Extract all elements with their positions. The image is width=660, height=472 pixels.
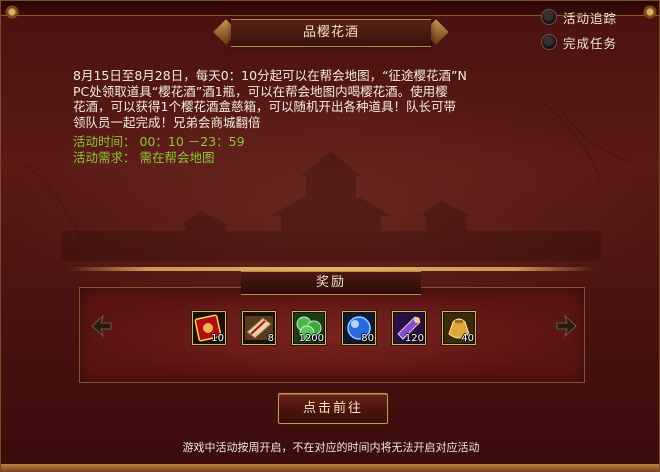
radio-icon[interactable]	[541, 9, 557, 25]
reward-title: 奖励	[315, 275, 346, 290]
item-count: 80	[361, 333, 374, 344]
description-line: 花酒，可以获得1个樱花酒盒慈箱，可以随机开出各种道具！队长可带	[73, 99, 456, 114]
description-line: 领队员一起完成！兄弟会商城翻倍	[73, 114, 261, 130]
reward-title-bar: 奖励	[241, 271, 421, 295]
footer-note: 游戏中活动按周开启，不在对应的时间内将无法开启对应活动	[182, 441, 480, 454]
radio-icon[interactable]	[541, 34, 557, 50]
activity-time: 活动时间： 00：10 －23：59	[73, 134, 245, 149]
item-count: 40	[461, 333, 474, 344]
reward-item-purple-scroll[interactable]: 120	[392, 311, 426, 345]
description-line: 8月15日至8月28日，每天0：10分起可以在帮会地图，“征途樱花酒”N	[73, 68, 467, 83]
activity-requirement: 活动需求： 需在帮会地图	[73, 150, 215, 165]
arrow-right-icon[interactable]	[553, 313, 579, 339]
reward-item-red-token[interactable]: 10	[192, 311, 226, 345]
activity-panel: 品樱花酒 活动追踪 完成任务 8月15日至8月28日，每天0：10分起可以在帮会…	[0, 0, 660, 472]
activity-description: 8月15日至8月28日，每天0：10分起可以在帮会地图，“征途樱花酒”N PC处…	[73, 68, 593, 130]
complete-task-option[interactable]: 完成任务	[541, 32, 617, 52]
complete-task-label: 完成任务	[563, 35, 618, 51]
go-button[interactable]: 点击前往	[278, 393, 388, 424]
item-count: 10	[211, 333, 224, 344]
reward-item-green-coins[interactable]: 1200	[292, 311, 326, 345]
reward-item-gold-bag[interactable]: 40	[442, 311, 476, 345]
corner-ornament-right	[639, 1, 659, 23]
reward-item-scroll-bundle[interactable]: 8	[242, 311, 276, 345]
bottom-frame	[1, 464, 659, 471]
arrow-left-icon[interactable]	[89, 313, 115, 339]
description-line: PC处领取道具“樱花酒”酒1瓶，可以在帮会地图内喝樱花酒。使用樱	[73, 83, 448, 99]
item-count: 8	[267, 333, 274, 344]
title-bar: 品樱花酒	[231, 19, 431, 47]
window-title: 品樱花酒	[302, 25, 359, 40]
item-count: 1200	[298, 333, 324, 344]
item-count: 120	[404, 333, 424, 344]
track-activity-option[interactable]: 活动追踪	[541, 7, 617, 27]
corner-ornament-left	[1, 1, 23, 23]
track-activity-label: 活动追踪	[563, 10, 618, 26]
reward-item-blue-orb[interactable]: 80	[342, 311, 376, 345]
reward-box	[79, 287, 585, 383]
